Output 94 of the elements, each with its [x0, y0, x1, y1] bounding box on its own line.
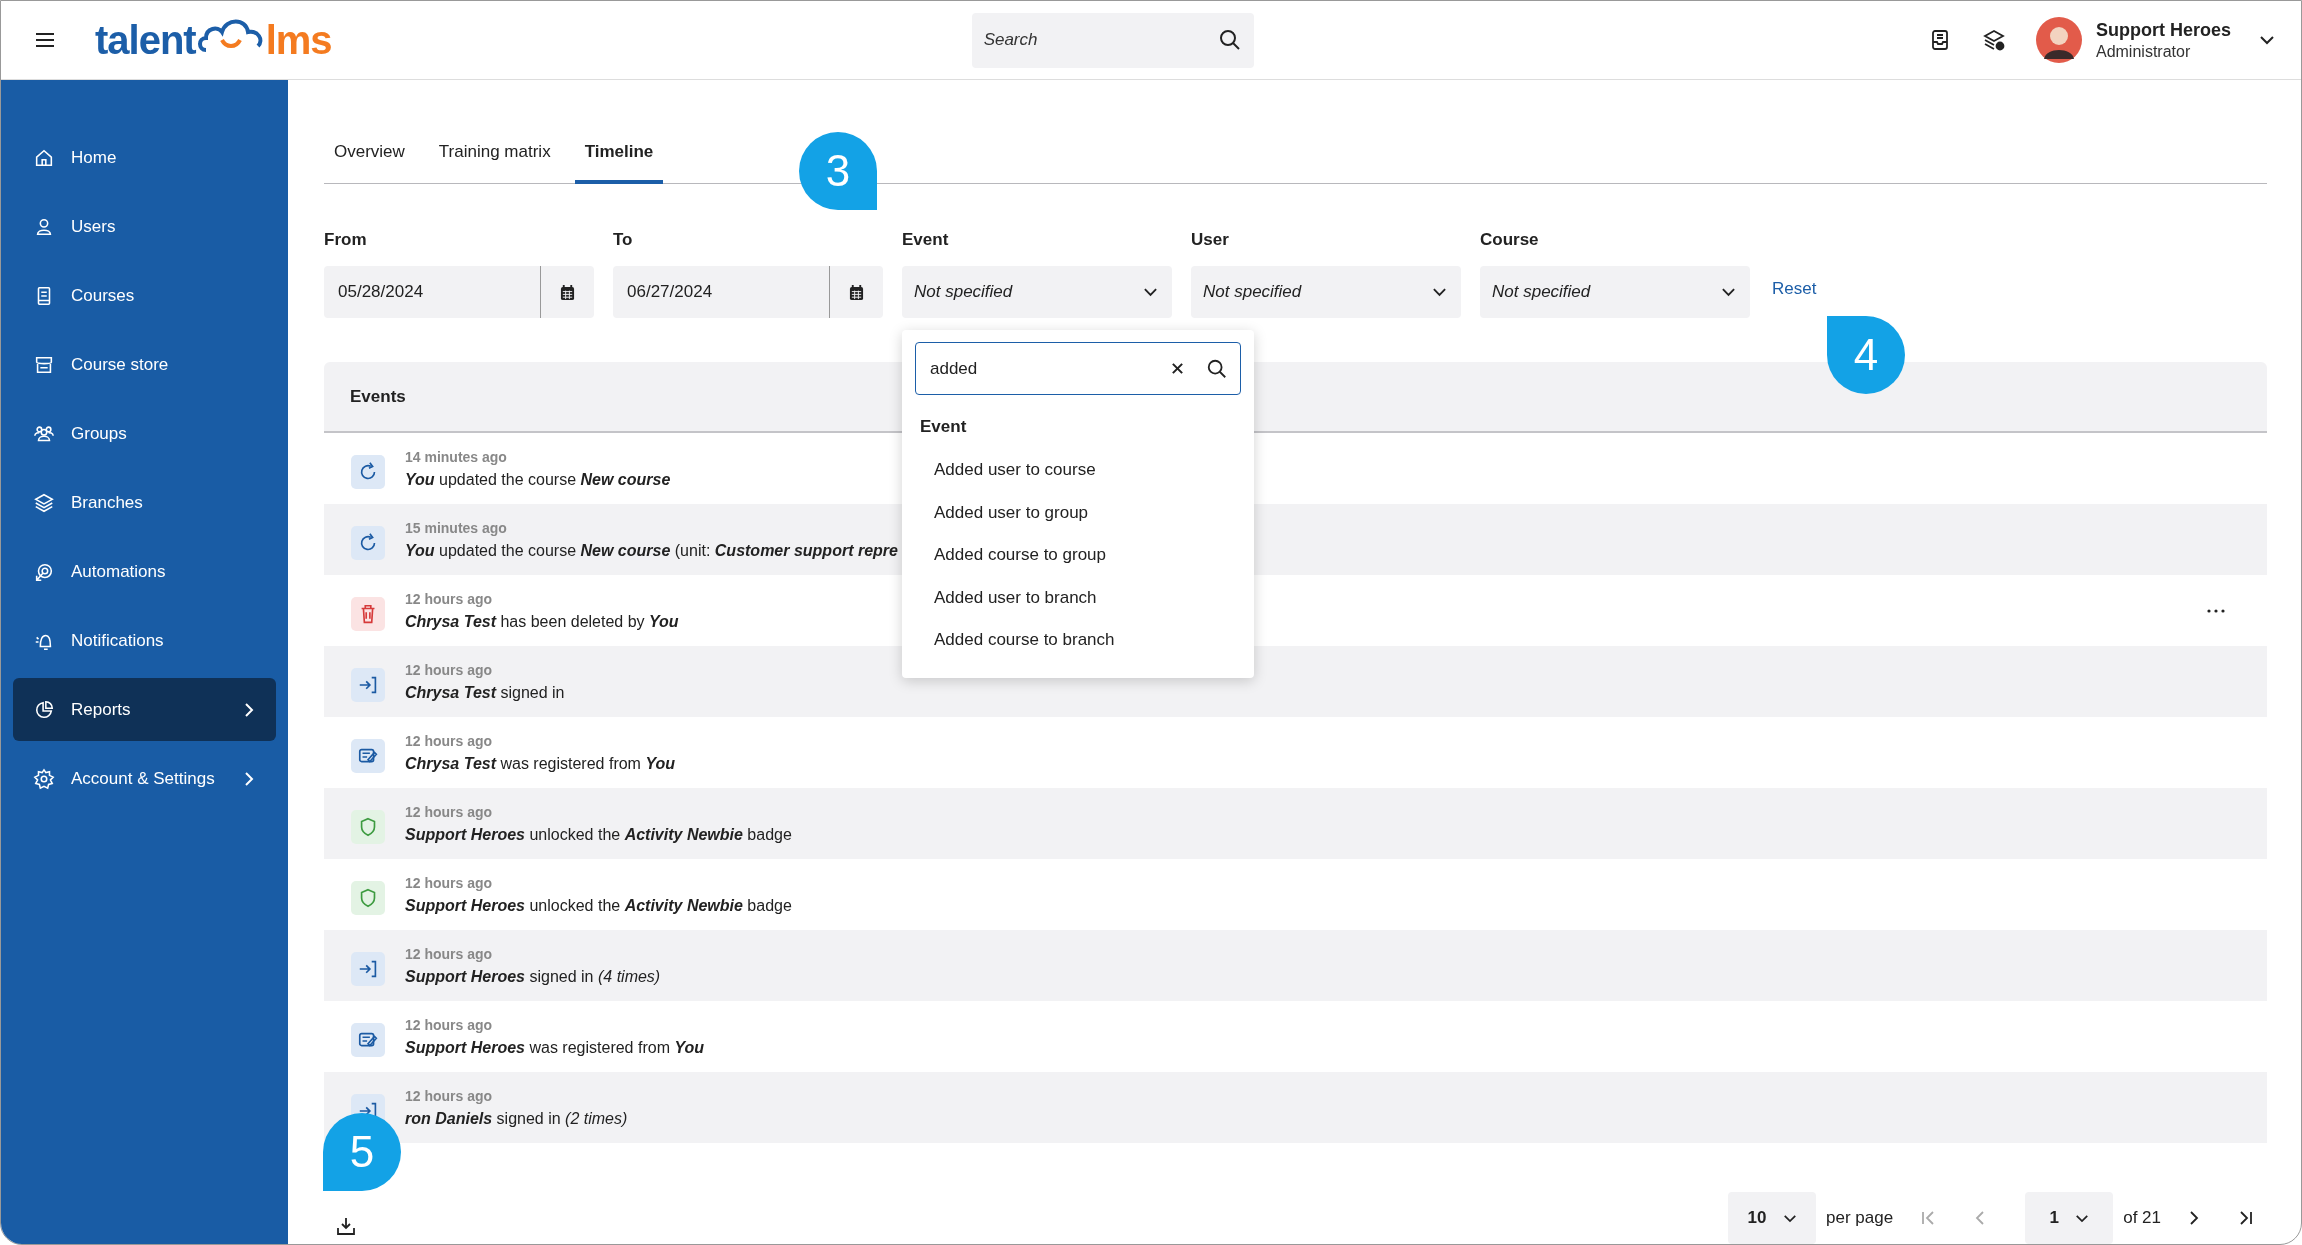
sidebar-item[interactable]: Users: [13, 195, 276, 258]
refresh-icon: [351, 525, 385, 560]
event-time: 12 hours ago: [405, 874, 494, 891]
event-description: Support Heroes unlocked the Activity Newbie badge: [405, 825, 792, 844]
sidebar-item[interactable]: Notifications: [13, 609, 276, 672]
menu-icon[interactable]: [35, 32, 55, 48]
date-field[interactable]: 05/28/2024: [324, 266, 594, 318]
nav-icon: [33, 698, 55, 721]
search-field[interactable]: Search: [971, 12, 1254, 68]
callout-marker: 5: [323, 1113, 401, 1191]
event-description: You updated the course New course (unit: Customer support repre: [405, 541, 898, 560]
select-field[interactable]: Not specified: [1480, 266, 1750, 318]
chevron-down-icon: [2074, 1213, 2089, 1223]
shield-icon: [351, 809, 385, 844]
event-time: 15 minutes ago: [405, 519, 508, 536]
dropdown-option[interactable]: Added user to group: [915, 491, 1241, 534]
event-time: 12 hours ago: [405, 1016, 494, 1033]
tab[interactable]: Timeline: [574, 142, 664, 184]
sign-in-icon: [351, 951, 385, 986]
dropdown-group-label: Event: [920, 417, 968, 437]
user-role: Administrator: [2095, 42, 2192, 61]
field-label: User: [1191, 230, 1230, 250]
page-select[interactable]: 1: [2025, 1192, 2114, 1244]
chevron-down-icon[interactable]: [2259, 35, 2275, 45]
search-icon[interactable]: [1217, 27, 1242, 52]
logo-text: talent: [95, 17, 196, 63]
event-description: Support Heroes was registered from You: [405, 1038, 705, 1057]
tab[interactable]: Overview: [324, 142, 415, 184]
shield-icon: [351, 880, 385, 915]
search-icon[interactable]: [1206, 357, 1228, 380]
event-description: Chrysa Test has been deleted by You: [405, 612, 679, 631]
edit-form-icon: [351, 738, 385, 773]
sidebar-item[interactable]: Courses: [13, 264, 276, 327]
event-time: 12 hours ago: [405, 945, 494, 962]
chevron-down-icon: [1782, 1213, 1797, 1223]
event-time: 12 hours ago: [405, 732, 494, 749]
refresh-icon: [351, 454, 385, 489]
download-icon[interactable]: [336, 1216, 356, 1236]
event-description: Chrysa Test was registered from You: [405, 754, 675, 773]
date-field[interactable]: 06/27/2024: [613, 266, 883, 318]
page-count: of 21: [2123, 1208, 2161, 1228]
event-time: 12 hours ago: [405, 803, 494, 820]
sidebar-item[interactable]: Account & Settings: [13, 747, 276, 810]
sidebar-item[interactable]: Groups: [13, 402, 276, 465]
per-page-label: per page: [1826, 1208, 1894, 1228]
chevron-down-icon: [1432, 287, 1447, 297]
dropdown-option[interactable]: Added user to course: [915, 449, 1241, 492]
field-label: From: [324, 230, 368, 250]
dropdown-search-field[interactable]: added: [915, 342, 1241, 395]
panel-title: Events: [350, 386, 406, 407]
sidebar-item[interactable]: Home: [13, 126, 276, 189]
calendar-icon[interactable]: [849, 283, 864, 301]
calendar-icon[interactable]: [560, 283, 575, 301]
dropdown-option[interactable]: Added user to branch: [915, 576, 1241, 619]
reset-link[interactable]: Reset: [1772, 279, 1817, 299]
event-time: 14 minutes ago: [405, 448, 508, 465]
layers-icon[interactable]: [1981, 28, 2006, 52]
callout-marker: 3: [799, 132, 877, 210]
dropdown-option[interactable]: Added course to group: [915, 534, 1241, 577]
event-description: Chrysa Test signed in: [405, 683, 565, 702]
select-field[interactable]: Not specified: [902, 266, 1172, 318]
field-label: To: [613, 230, 634, 250]
event-description: Support Heroes signed in (4 times): [405, 967, 661, 986]
sidebar-item[interactable]: Branches: [13, 471, 276, 534]
sign-in-icon: [351, 667, 385, 702]
more-icon[interactable]: [2207, 608, 2225, 613]
next-page-icon[interactable]: [2189, 1210, 2199, 1226]
field-label: Event: [902, 230, 950, 250]
field-label: Course: [1480, 230, 1540, 250]
last-page-icon[interactable]: [2239, 1210, 2253, 1226]
logo-text: lms: [265, 17, 332, 63]
event-description: ron Daniels signed in (2 times): [405, 1109, 628, 1128]
user-name: Support Heroes: [2095, 19, 2231, 41]
select-field[interactable]: Not specified: [1191, 266, 1461, 318]
per-page-select[interactable]: 10: [1728, 1192, 1817, 1244]
sidebar-item[interactable]: Course store: [13, 333, 276, 396]
nav-icon: [33, 491, 55, 514]
trash-icon: [351, 596, 385, 631]
event-time: 12 hours ago: [405, 1087, 494, 1104]
event-time: 12 hours ago: [405, 590, 494, 607]
sidebar-item[interactable]: Reports: [13, 678, 276, 741]
edit-form-icon: [351, 1022, 385, 1057]
chevron-down-icon: [1143, 287, 1158, 297]
event-time: 12 hours ago: [405, 661, 494, 678]
event-description: You updated the course New course: [405, 470, 671, 489]
close-icon[interactable]: [1171, 362, 1184, 375]
dropdown-option[interactable]: Added course to branch: [915, 619, 1241, 662]
avatar-icon[interactable]: [2035, 17, 2082, 63]
event-description: Support Heroes unlocked the Activity Newbie badge: [405, 896, 792, 915]
nav-icon: [33, 767, 55, 790]
chevron-down-icon: [1721, 287, 1736, 297]
sidebar-item[interactable]: Automations: [13, 540, 276, 603]
tab[interactable]: Training matrix: [428, 142, 561, 184]
callout-marker: 4: [1827, 316, 1905, 394]
